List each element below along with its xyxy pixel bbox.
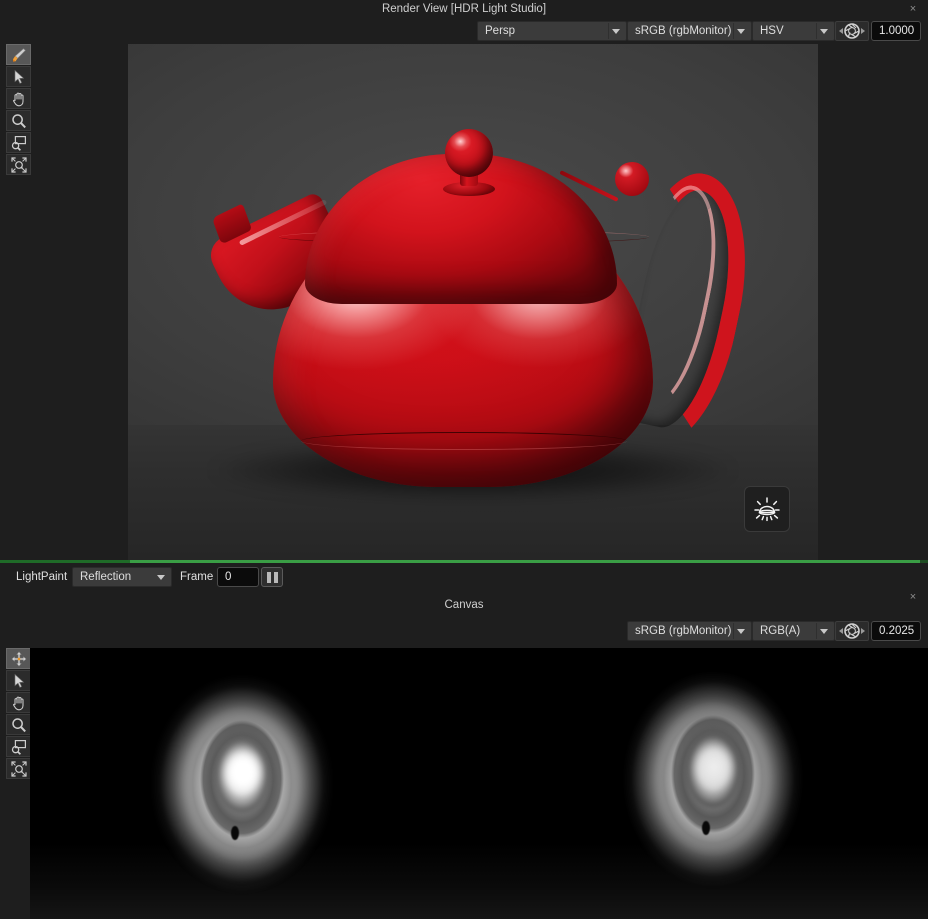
render-colorspace-select[interactable]: sRGB (rgbMonitor) bbox=[627, 21, 752, 41]
zoom-region-icon bbox=[11, 135, 26, 151]
render-channel-label: HSV bbox=[760, 25, 784, 37]
zoom-fit-tool[interactable] bbox=[6, 758, 31, 779]
hand-icon bbox=[12, 696, 24, 710]
render-view-title: Render View [HDR Light Studio] bbox=[381, 3, 547, 15]
magnifier-icon bbox=[11, 113, 26, 128]
frame-input[interactable]: 0 bbox=[217, 567, 259, 587]
arrow-icon bbox=[14, 69, 24, 84]
pause-bar-right bbox=[273, 571, 278, 583]
pause-icon[interactable] bbox=[261, 567, 283, 587]
zoom-tool[interactable] bbox=[6, 714, 31, 735]
zoom-tool[interactable] bbox=[6, 110, 31, 131]
canvas-exposure-value: 0.2025 bbox=[879, 625, 915, 637]
aperture-icon[interactable] bbox=[835, 21, 869, 41]
render-progress-bar bbox=[0, 560, 928, 563]
zoom-region-tool[interactable] bbox=[6, 736, 31, 757]
select-tool[interactable] bbox=[6, 670, 31, 691]
move-icon bbox=[10, 650, 27, 667]
teapot-knob bbox=[445, 129, 493, 177]
canvas-channel-select[interactable]: RGB(A) bbox=[752, 621, 835, 641]
chevron-down-icon bbox=[820, 629, 828, 634]
move-tool[interactable] bbox=[6, 648, 31, 669]
lightpaint-brush-tool[interactable] bbox=[6, 44, 31, 65]
chevron-down-icon bbox=[737, 29, 745, 34]
sun-light-icon[interactable] bbox=[744, 486, 790, 532]
render-view-options-bar: Persp sRGB (rgbMonitor) HSV 1.0000 bbox=[0, 18, 928, 44]
teapot-handle-ball bbox=[615, 162, 649, 196]
canvas-title-bar: Canvas × bbox=[0, 591, 928, 618]
canvas-title: Canvas bbox=[444, 599, 484, 611]
lightpaint-mode-label: Reflection bbox=[80, 571, 132, 583]
hdri-canvas-image[interactable] bbox=[30, 648, 928, 919]
brush-icon bbox=[12, 47, 26, 62]
chevron-down-icon bbox=[820, 29, 828, 34]
camera-select[interactable]: Persp bbox=[477, 21, 627, 41]
combo-divider bbox=[733, 23, 734, 39]
magnifier-icon bbox=[11, 717, 26, 732]
render-channel-select[interactable]: HSV bbox=[752, 21, 835, 41]
pan-tool[interactable] bbox=[6, 88, 31, 109]
render-view-panel: Render View [HDR Light Studio] × Persp s… bbox=[0, 0, 928, 592]
canvas-exposure-input[interactable]: 0.2025 bbox=[871, 621, 921, 641]
canvas-options-bar: sRGB (rgbMonitor) RGB(A) 0.2025 bbox=[0, 618, 928, 644]
combo-divider bbox=[816, 23, 817, 39]
frame-value: 0 bbox=[225, 571, 232, 583]
render-view-title-bar: Render View [HDR Light Studio] × bbox=[0, 0, 928, 18]
canvas-channel-label: RGB(A) bbox=[760, 625, 801, 637]
zoom-fit-tool[interactable] bbox=[6, 154, 31, 175]
zoom-region-icon bbox=[11, 739, 26, 755]
pan-tool[interactable] bbox=[6, 692, 31, 713]
chevron-down-icon bbox=[157, 575, 165, 580]
lightpaint-mode-select[interactable]: Reflection bbox=[72, 567, 172, 587]
canvas-colorspace-select[interactable]: sRGB (rgbMonitor) bbox=[627, 621, 752, 641]
render-view-close-button[interactable]: × bbox=[906, 0, 920, 18]
combo-divider bbox=[816, 623, 817, 639]
select-tool[interactable] bbox=[6, 66, 31, 87]
chevron-down-icon bbox=[737, 629, 745, 634]
zoom-fit-icon bbox=[10, 156, 27, 173]
arrow-icon bbox=[14, 673, 24, 688]
canvas-toolbar bbox=[6, 648, 32, 780]
render-exposure-input[interactable]: 1.0000 bbox=[871, 21, 921, 41]
camera-select-label: Persp bbox=[485, 25, 516, 37]
render-progress-fill-a bbox=[0, 560, 130, 563]
render-progress-fill-b bbox=[130, 560, 920, 563]
zoom-region-tool[interactable] bbox=[6, 132, 31, 153]
zoom-fit-icon bbox=[10, 760, 27, 777]
frame-label: Frame bbox=[180, 571, 214, 583]
pause-bar-left bbox=[266, 571, 271, 583]
render-exposure-value: 1.0000 bbox=[879, 25, 915, 37]
render-view-toolbar bbox=[6, 44, 32, 176]
chevron-down-icon bbox=[612, 29, 620, 34]
canvas-close-button[interactable]: × bbox=[906, 584, 920, 610]
aperture-icon[interactable] bbox=[835, 621, 869, 641]
render-image[interactable] bbox=[128, 44, 818, 560]
lightpaint-label: LightPaint bbox=[16, 571, 68, 583]
hand-icon bbox=[12, 92, 24, 106]
teapot-base-seam bbox=[301, 432, 627, 450]
teapot-render-subject bbox=[204, 102, 767, 502]
hdr-light-studio-window: Render View [HDR Light Studio] × Persp s… bbox=[0, 0, 928, 919]
canvas-colorspace-label: sRGB (rgbMonitor) bbox=[635, 625, 732, 637]
lightpaint-bar: LightPaint Reflection Frame 0 bbox=[0, 564, 928, 590]
combo-divider bbox=[608, 23, 609, 39]
combo-divider bbox=[733, 623, 734, 639]
render-colorspace-label: sRGB (rgbMonitor) bbox=[635, 25, 732, 37]
canvas-panel: Canvas × sRGB (rgbMonitor) RGB(A) 0.2025 bbox=[0, 591, 928, 919]
